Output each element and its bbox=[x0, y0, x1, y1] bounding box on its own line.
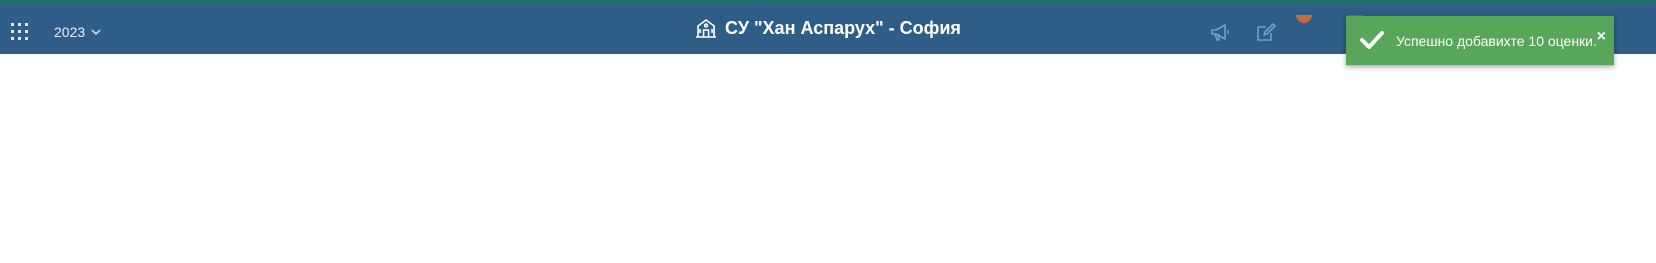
check-icon bbox=[1360, 29, 1384, 51]
notification-indicator bbox=[1296, 15, 1312, 23]
success-toast: Успешно добавихте 10 оценки. × bbox=[1346, 16, 1614, 65]
edit-icon[interactable] bbox=[1256, 22, 1278, 42]
apps-grid-icon[interactable] bbox=[11, 23, 29, 41]
year-value: 2023 bbox=[54, 24, 86, 40]
school-name: СУ "Хан Аспарух" - София bbox=[725, 18, 961, 38]
page-title: СУ "Хан Аспарух" - София bbox=[695, 16, 961, 40]
year-selector[interactable]: 2023 bbox=[54, 22, 101, 42]
school-building-icon bbox=[695, 18, 717, 38]
close-icon[interactable]: × bbox=[1597, 28, 1606, 46]
chevron-down-icon bbox=[91, 29, 101, 35]
megaphone-icon[interactable] bbox=[1210, 22, 1232, 42]
toast-message: Успешно добавихте 10 оценки. bbox=[1396, 33, 1597, 49]
